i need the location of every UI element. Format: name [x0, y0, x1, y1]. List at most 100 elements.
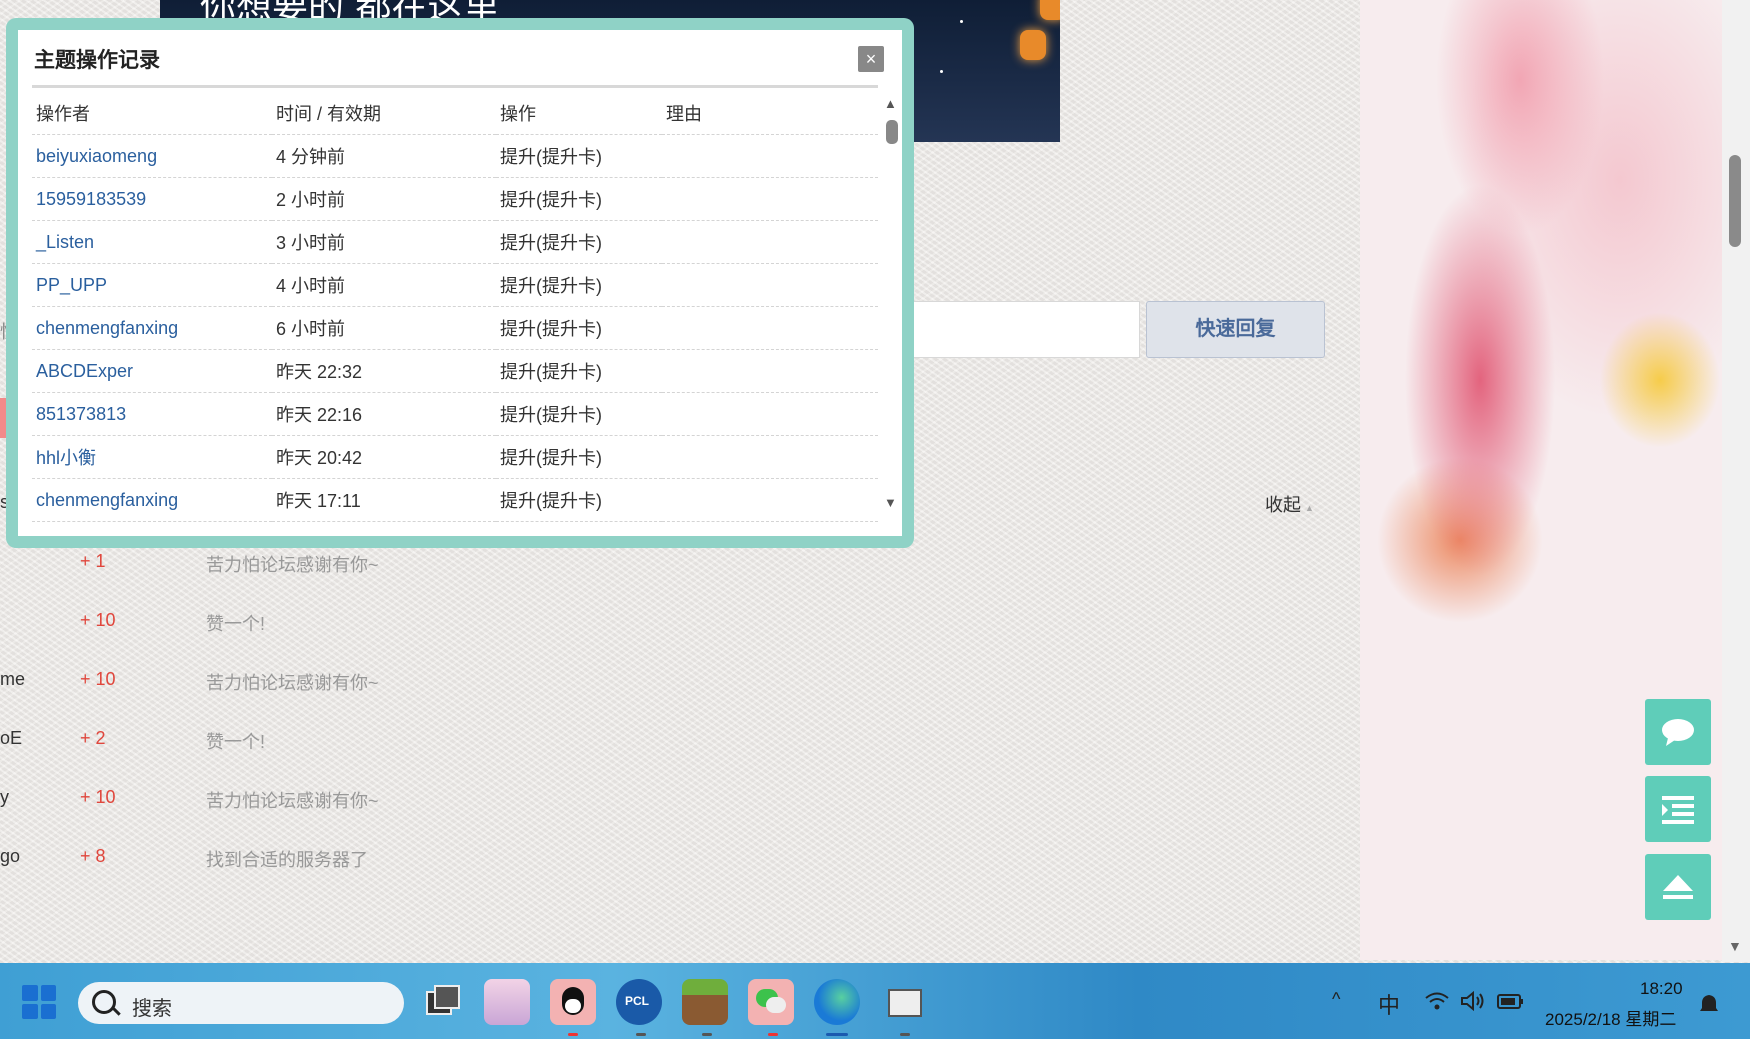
- action-cell: 提升(提升卡): [496, 349, 662, 393]
- time-cell: 昨天 22:32: [272, 349, 496, 393]
- rating-user[interactable]: me: [0, 669, 25, 690]
- windows-start-icon[interactable]: [22, 985, 56, 1019]
- column-header: 操作: [496, 92, 662, 135]
- action-cell: 提升(提升卡): [496, 306, 662, 350]
- table-row: ABCDExper 昨天 22:32 提升(提升卡): [32, 349, 878, 393]
- rating-user[interactable]: go: [0, 846, 20, 867]
- clock-time[interactable]: 18:20: [1640, 979, 1683, 999]
- edge-icon[interactable]: [814, 979, 860, 1025]
- minecraft-icon[interactable]: [682, 979, 728, 1025]
- battery-icon[interactable]: [1496, 991, 1524, 1011]
- time-cell: 2 小时前: [272, 177, 496, 221]
- rating-score: + 10: [80, 787, 116, 807]
- pcl-icon[interactable]: PCL: [616, 979, 662, 1025]
- back-to-top-icon: [1663, 875, 1693, 899]
- reason-cell: [662, 220, 878, 264]
- operator-link[interactable]: PP_UPP: [32, 263, 272, 307]
- wechat-icon[interactable]: [748, 979, 794, 1025]
- reason-cell: [662, 349, 878, 393]
- rating-score: + 8: [80, 846, 106, 866]
- rating-score: + 1: [80, 551, 106, 571]
- operator-link[interactable]: chenmengfanxing: [32, 478, 272, 522]
- taskbar-search-box[interactable]: 搜索: [78, 982, 404, 1024]
- running-indicator: [900, 1033, 910, 1036]
- qq-icon[interactable]: [550, 979, 596, 1025]
- window-app-icon[interactable]: [880, 979, 926, 1025]
- divider: [32, 85, 878, 88]
- ime-indicator[interactable]: 中: [1378, 988, 1400, 1020]
- operator-link[interactable]: ABCDExper: [32, 349, 272, 393]
- action-cell: 提升(提升卡): [496, 134, 662, 178]
- table-row: 851373813 昨天 22:16 提升(提升卡): [32, 392, 878, 436]
- running-indicator: [702, 1033, 712, 1036]
- wifi-icon[interactable]: [1424, 991, 1450, 1011]
- rating-score: + 10: [80, 610, 116, 630]
- search-placeholder: 搜索: [132, 998, 172, 1020]
- reason-cell: [662, 435, 878, 479]
- topic-operation-log-dialog: 主题操作记录 × 操作者 时间 / 有效期 操作 理由 beiyuxiaomen…: [18, 30, 902, 536]
- list-float-button[interactable]: [1645, 776, 1711, 842]
- scroll-down-arrow-icon[interactable]: ▼: [1728, 938, 1742, 954]
- table-row: chenmengfanxing 6 小时前 提升(提升卡): [32, 306, 878, 350]
- operator-link[interactable]: chenmengfanxing: [32, 306, 272, 350]
- reason-cell: [662, 478, 878, 522]
- rating-reason: 苦力怕论坛感谢有你~: [206, 555, 379, 575]
- action-cell: 提升(提升卡): [496, 220, 662, 264]
- rating-score: + 2: [80, 728, 106, 748]
- search-icon: [92, 990, 116, 1014]
- page-scrollbar-thumb[interactable]: [1729, 155, 1741, 247]
- running-indicator: [826, 1033, 848, 1036]
- lantern-decoration: [1040, 0, 1060, 20]
- operation-log-table: 操作者 时间 / 有效期 操作 理由 beiyuxiaomeng 4 分钟前 提升(…: [32, 92, 878, 522]
- running-indicator: [636, 1033, 646, 1036]
- table-row: _Listen 3 小时前 提升(提升卡): [32, 220, 878, 264]
- time-cell: 昨天 22:16: [272, 392, 496, 436]
- rating-reason: 赞一个!: [206, 614, 266, 634]
- table-header-row: 操作者 时间 / 有效期 操作 理由: [32, 92, 878, 135]
- operator-link[interactable]: 851373813: [32, 392, 272, 436]
- chat-bubble-icon: [1662, 719, 1694, 746]
- running-indicator: [768, 1033, 778, 1036]
- notification-icon[interactable]: [1698, 993, 1720, 1015]
- table-row: hhl小衡 昨天 20:42 提升(提升卡): [32, 435, 878, 479]
- rating-score: + 10: [80, 669, 116, 689]
- rating-reason: 苦力怕论坛感谢有你~: [206, 673, 379, 693]
- reason-cell: [662, 177, 878, 221]
- operator-link[interactable]: 15959183539: [32, 177, 272, 221]
- reply-float-button[interactable]: [1645, 699, 1711, 765]
- operator-link[interactable]: beiyuxiaomeng: [32, 134, 272, 178]
- scroll-down-arrow-icon[interactable]: ▼: [884, 495, 897, 510]
- collapse-arrow-icon: ▲: [1305, 503, 1314, 513]
- task-view-icon[interactable]: [418, 979, 464, 1025]
- tray-overflow-chevron-icon[interactable]: ^: [1332, 989, 1340, 1010]
- column-header: 理由: [662, 92, 878, 135]
- list-icon: [1662, 796, 1694, 824]
- page-scrollbar[interactable]: [1722, 0, 1750, 962]
- close-icon[interactable]: ×: [858, 46, 884, 72]
- reason-cell: [662, 134, 878, 178]
- pcl-label: PCL: [625, 994, 649, 1008]
- clock-date[interactable]: 2025/2/18 星期二: [1545, 1005, 1676, 1030]
- rating-user[interactable]: y: [0, 787, 9, 808]
- dialog-scrollbar-thumb[interactable]: [886, 120, 898, 144]
- scroll-up-arrow-icon[interactable]: ▲: [884, 96, 897, 111]
- action-cell: 提升(提升卡): [496, 435, 662, 479]
- collapse-link[interactable]: 收起 ▲: [1265, 491, 1314, 517]
- table-row: beiyuxiaomeng 4 分钟前 提升(提升卡): [32, 134, 878, 178]
- running-indicator: [568, 1033, 578, 1036]
- anime-app-icon[interactable]: [484, 979, 530, 1025]
- volume-icon[interactable]: [1460, 991, 1486, 1011]
- operator-link[interactable]: _Listen: [32, 220, 272, 264]
- action-cell: 提升(提升卡): [496, 478, 662, 522]
- time-cell: 6 小时前: [272, 306, 496, 350]
- table-row: chenmengfanxing 昨天 17:11 提升(提升卡): [32, 478, 878, 522]
- lantern-decoration: [1020, 30, 1046, 60]
- quick-reply-button[interactable]: 快速回复: [1146, 301, 1325, 358]
- operator-link[interactable]: hhl小衡: [32, 435, 272, 479]
- reason-cell: [662, 263, 878, 307]
- back-to-top-button[interactable]: [1645, 854, 1711, 920]
- time-cell: 3 小时前: [272, 220, 496, 264]
- table-row: 15959183539 2 小时前 提升(提升卡): [32, 177, 878, 221]
- rating-user[interactable]: oE: [0, 728, 22, 749]
- time-cell: 4 分钟前: [272, 134, 496, 178]
